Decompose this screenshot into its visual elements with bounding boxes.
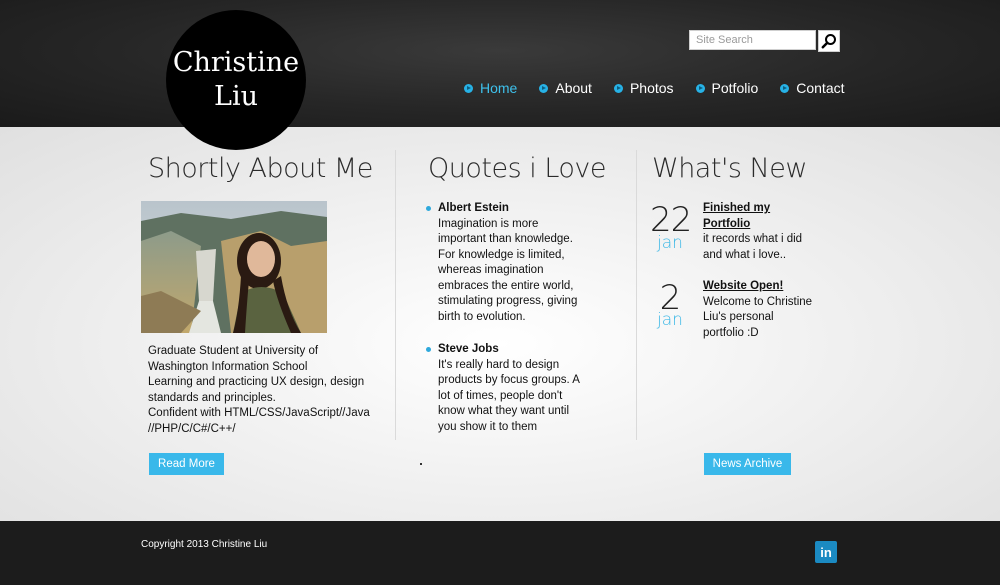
site-footer: [0, 521, 1000, 585]
site-header: [0, 0, 1000, 127]
main-nav: Home About Photos Potfolio Contact: [464, 80, 867, 96]
site-logo[interactable]: Christine Liu: [166, 10, 306, 150]
nav-arrow-icon: [780, 83, 790, 93]
about-heading: Shortly About Me: [148, 153, 373, 184]
news-item: Finished my Portfolio it records what i …: [703, 201, 813, 263]
news-title-link[interactable]: Website Open!: [703, 279, 813, 295]
quote-item: Steve Jobs It's really hard to design pr…: [438, 342, 588, 435]
magnifier-icon: [821, 34, 836, 49]
quotes-heading: Quotes i Love: [428, 153, 607, 184]
nav-arrow-icon: [613, 83, 623, 93]
column-divider: [395, 150, 396, 440]
news-item: Website Open! Welcome to Christine Liu's…: [703, 279, 813, 341]
nav-label: Contact: [796, 80, 845, 96]
site-search: [689, 30, 841, 52]
logo-line-1: Christine: [172, 47, 300, 78]
about-text: Graduate Student at University of Washin…: [148, 344, 373, 437]
logo-line-2: Liu: [214, 81, 258, 112]
news-date-day: 22: [650, 200, 692, 240]
portrait-image: [141, 201, 327, 333]
column-divider: [636, 150, 637, 440]
nav-arrow-icon: [695, 83, 705, 93]
nav-item-home[interactable]: Home: [464, 80, 517, 96]
nav-item-contact[interactable]: Contact: [780, 80, 845, 96]
nav-arrow-icon: [539, 83, 549, 93]
about-line: Graduate Student at University of Washin…: [148, 345, 319, 373]
news-heading: What's New: [652, 153, 807, 184]
search-input[interactable]: [689, 30, 816, 50]
quote-text: Imagination is more important than knowl…: [438, 217, 578, 323]
quote-author: Albert Estein: [438, 202, 509, 214]
nav-label: Photos: [629, 80, 674, 96]
bullet-icon: [426, 206, 431, 211]
nav-item-potfolio[interactable]: Potfolio: [695, 80, 759, 96]
news-text: Welcome to Christine Liu's personal port…: [703, 295, 813, 339]
bullet-icon: [426, 347, 431, 352]
quote-author: Steve Jobs: [438, 343, 499, 355]
search-button[interactable]: [818, 30, 840, 52]
nav-label: Home: [480, 80, 518, 96]
about-line: Learning and practicing UX design, desig…: [148, 376, 365, 404]
about-line: Confident with HTML/CSS/JavaScript//Java…: [148, 407, 370, 435]
copyright-text: Copyright 2013 Christine Liu: [141, 539, 268, 550]
news-date-month: jan: [657, 233, 683, 253]
quote-item: Albert Estein Imagination is more import…: [438, 201, 588, 325]
nav-label: Potfolio: [711, 80, 759, 96]
nav-item-photos[interactable]: Photos: [613, 80, 674, 96]
read-more-button[interactable]: Read More: [149, 453, 224, 475]
nav-label: About: [555, 80, 592, 96]
news-date-month: jan: [657, 310, 683, 330]
portrait-photo: [141, 201, 327, 333]
news-title-link[interactable]: Finished my Portfolio: [703, 201, 813, 232]
linkedin-icon[interactable]: in: [815, 541, 837, 563]
news-text: it records what i did and what i love..: [703, 233, 803, 261]
nav-item-about[interactable]: About: [539, 80, 592, 96]
news-archive-button[interactable]: News Archive: [704, 453, 791, 475]
quote-text: It's really hard to design products by f…: [438, 358, 580, 433]
decorative-dot: [420, 463, 422, 465]
nav-arrow-icon: [464, 83, 473, 93]
